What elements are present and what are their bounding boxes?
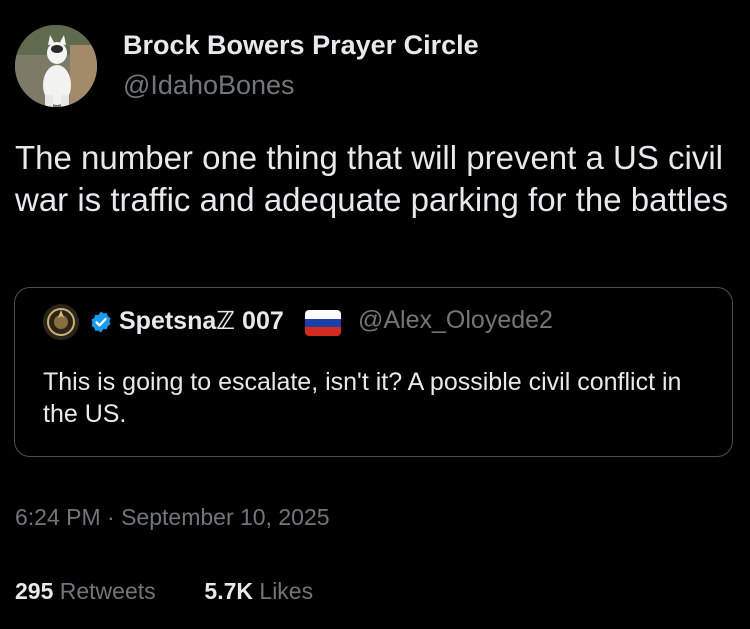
retweets-count[interactable]: 295 <box>15 578 53 604</box>
author-display-name[interactable]: Brock Bowers Prayer Circle <box>123 30 479 61</box>
quoted-author-display-name[interactable]: Spetsnaℤ 007 <box>119 306 284 336</box>
tweet-text: The number one thing that will prevent a… <box>15 139 728 218</box>
author-handle[interactable]: @IdahoBones <box>123 70 295 101</box>
tweet-timestamp[interactable]: 6:24 PM · September 10, 2025 <box>15 504 330 531</box>
verified-badge-icon <box>91 311 111 333</box>
quoted-tweet-text: This is going to escalate, isn't it? A p… <box>43 368 682 428</box>
author-avatar[interactable] <box>15 25 97 107</box>
retweets-label[interactable]: Retweets <box>60 578 156 604</box>
emblem-avatar-icon <box>43 304 79 340</box>
quoted-author-handle[interactable]: @Alex_Oloyede2 <box>358 306 553 335</box>
russia-flag-icon <box>305 310 341 336</box>
likes-count[interactable]: 5.7K <box>204 578 253 604</box>
quoted-author-avatar[interactable] <box>43 304 79 340</box>
engagement-stats: 295 Retweets 5.7K Likes <box>15 578 313 605</box>
cat-photo-avatar-icon <box>15 25 97 107</box>
likes-label[interactable]: Likes <box>259 578 313 604</box>
quoted-tweet-card[interactable]: Spetsnaℤ 007 @Alex_Oloyede2 This is goin… <box>14 287 733 457</box>
